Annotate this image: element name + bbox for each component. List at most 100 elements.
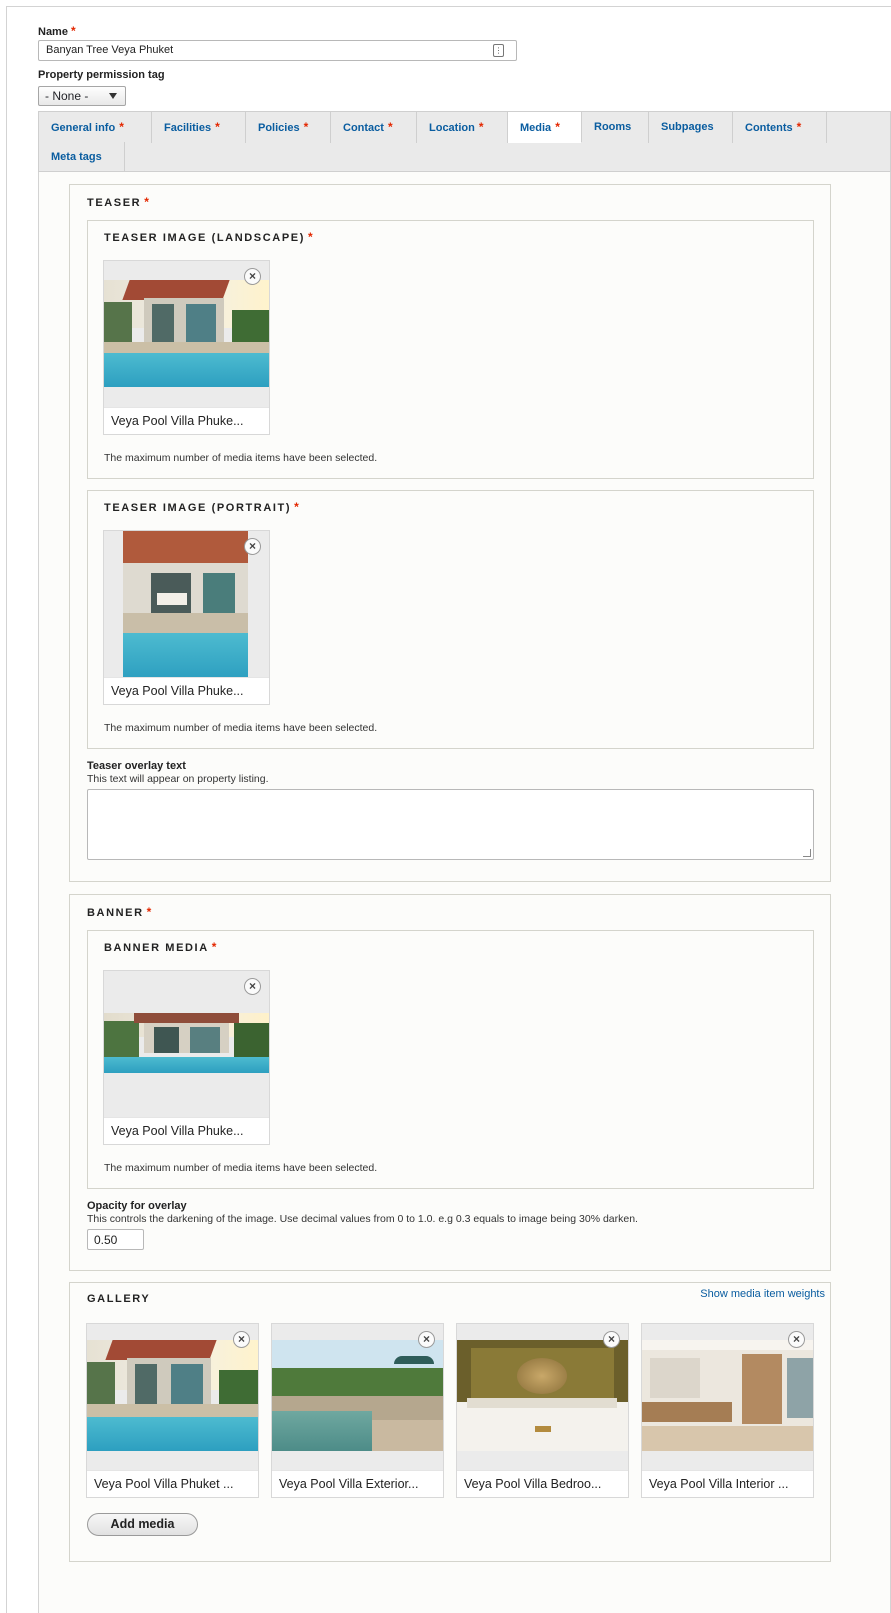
- max-items-text: The maximum number of media items have b…: [104, 1162, 378, 1174]
- media-item-name: Veya Pool Villa Exterior...: [272, 1470, 443, 1497]
- close-circle-icon[interactable]: ×: [233, 1331, 250, 1348]
- tab-general-info[interactable]: General info *: [39, 112, 152, 143]
- name-label: Name *: [38, 24, 76, 38]
- media-thumbnail: ×: [104, 261, 269, 409]
- tab-label: Location: [429, 122, 475, 134]
- tab-facilities[interactable]: Facilities *: [152, 112, 246, 143]
- media-thumbnail: ×: [104, 971, 269, 1119]
- gallery-fieldset: GALLERY Show media item weights × Veya P…: [69, 1282, 831, 1562]
- tab-location[interactable]: Location *: [417, 112, 508, 143]
- tab-subpages[interactable]: Subpages: [649, 112, 733, 143]
- villa-interior-image: [642, 1340, 813, 1451]
- media-thumbnail: ×: [87, 1324, 258, 1472]
- max-items-text: The maximum number of media items have b…: [104, 452, 378, 464]
- media-item-name: Veya Pool Villa Phuke...: [104, 1117, 269, 1144]
- villa-banner-image: [104, 1013, 269, 1073]
- media-item-card[interactable]: × Veya Pool Villa Phuke...: [103, 530, 270, 705]
- opacity-input[interactable]: 0.50: [87, 1229, 144, 1250]
- tab-rooms[interactable]: Rooms: [582, 112, 649, 143]
- close-circle-icon[interactable]: ×: [244, 978, 261, 995]
- required-marker: *: [555, 120, 560, 134]
- media-item-card[interactable]: × Veya Pool Villa Phuke...: [103, 970, 270, 1145]
- required-marker: *: [70, 24, 76, 38]
- tab-label: Contents: [745, 122, 793, 134]
- teaser-landscape-fieldset: TEASER IMAGE (LANDSCAPE) * × Veya Pool V…: [87, 220, 814, 479]
- tab-label: Facilities: [164, 122, 212, 134]
- close-circle-icon[interactable]: ×: [418, 1331, 435, 1348]
- legend-text: TEASER IMAGE (PORTRAIT): [104, 502, 292, 514]
- banner-media-legend: BANNER MEDIA *: [104, 940, 218, 954]
- add-media-button[interactable]: Add media: [87, 1513, 198, 1536]
- opacity-label: Opacity for overlay: [87, 1200, 187, 1212]
- required-marker: *: [215, 120, 220, 134]
- overlay-text-textarea[interactable]: [87, 789, 814, 860]
- gallery-item-card[interactable]: × Veya Pool Villa Exterior...: [271, 1323, 444, 1498]
- required-marker: *: [119, 120, 124, 134]
- teaser-portrait-legend: TEASER IMAGE (PORTRAIT) *: [104, 500, 300, 514]
- media-item-name: Veya Pool Villa Interior ...: [642, 1470, 813, 1497]
- name-input-value: Banyan Tree Veya Phuket: [46, 44, 174, 56]
- required-marker: *: [796, 120, 802, 134]
- name-input[interactable]: Banyan Tree Veya Phuket ⋮: [38, 40, 517, 61]
- name-label-text: Name: [38, 26, 68, 38]
- media-tab-panel: TEASER * TEASER IMAGE (LANDSCAPE) * × Ve…: [38, 172, 891, 1613]
- gallery-item-card[interactable]: × Veya Pool Villa Phuket ...: [86, 1323, 259, 1498]
- tab-label: Media: [520, 122, 552, 134]
- villa-portrait-image: [123, 531, 248, 679]
- show-weights-link[interactable]: Show media item weights: [700, 1288, 825, 1300]
- required-marker: *: [146, 905, 153, 919]
- teaser-landscape-legend: TEASER IMAGE (LANDSCAPE) *: [104, 230, 314, 244]
- tab-label: Meta tags: [51, 151, 102, 163]
- required-marker: *: [303, 120, 309, 134]
- teaser-legend-text: TEASER: [87, 197, 142, 209]
- required-marker: *: [387, 120, 393, 134]
- gallery-item-card[interactable]: × Veya Pool Villa Interior ...: [641, 1323, 814, 1498]
- tab-label: Subpages: [661, 121, 714, 133]
- banner-fieldset: BANNER * BANNER MEDIA * × Veya Pool Vill…: [69, 894, 831, 1271]
- close-circle-icon[interactable]: ×: [244, 268, 261, 285]
- close-circle-icon[interactable]: ×: [603, 1331, 620, 1348]
- teaser-fieldset: TEASER * TEASER IMAGE (LANDSCAPE) * × Ve…: [69, 184, 831, 882]
- media-item-name: Veya Pool Villa Phuke...: [104, 677, 269, 704]
- media-item-name: Veya Pool Villa Phuke...: [104, 407, 269, 434]
- tab-label: Contact: [343, 122, 384, 134]
- gallery-legend: GALLERY: [87, 1293, 151, 1305]
- tab-label: Rooms: [594, 121, 632, 133]
- villa-pool-image: [104, 280, 269, 387]
- tab-media[interactable]: Media *: [508, 112, 582, 143]
- vertical-tabs-bar: General info * Facilities * Policies * Cont…: [38, 111, 891, 173]
- banner-legend: BANNER *: [87, 905, 153, 919]
- close-circle-icon[interactable]: ×: [244, 538, 261, 555]
- tab-label: Policies: [258, 122, 300, 134]
- max-items-text: The maximum number of media items have b…: [104, 722, 378, 734]
- overlay-text-label: Teaser overlay text: [87, 760, 186, 772]
- permission-select[interactable]: - None -: [38, 86, 126, 106]
- close-circle-icon[interactable]: ×: [788, 1331, 805, 1348]
- resize-handle-icon[interactable]: [803, 849, 811, 857]
- required-marker: *: [307, 230, 315, 244]
- tab-meta-tags[interactable]: Meta tags: [39, 142, 125, 173]
- gallery-item-card[interactable]: × Veya Pool Villa Bedroo...: [456, 1323, 629, 1498]
- teaser-legend: TEASER *: [87, 195, 151, 209]
- permission-label: Property permission tag: [38, 69, 165, 81]
- required-marker: *: [211, 940, 219, 954]
- password-manager-icon[interactable]: ⋮: [493, 44, 504, 57]
- media-item-card[interactable]: × Veya Pool Villa Phuke...: [103, 260, 270, 435]
- banner-legend-text: BANNER: [87, 907, 144, 919]
- tab-policies[interactable]: Policies *: [246, 112, 331, 143]
- media-item-name: Veya Pool Villa Bedroo...: [457, 1470, 628, 1497]
- required-marker: *: [144, 195, 151, 209]
- media-thumbnail: ×: [642, 1324, 813, 1472]
- overlay-text-description: This text will appear on property listin…: [87, 773, 269, 785]
- media-thumbnail: ×: [457, 1324, 628, 1472]
- banner-media-fieldset: BANNER MEDIA * × Veya Pool Villa Phuke..…: [87, 930, 814, 1189]
- tab-contact[interactable]: Contact *: [331, 112, 417, 143]
- tab-label: General info: [51, 122, 116, 134]
- media-item-name: Veya Pool Villa Phuket ...: [87, 1470, 258, 1497]
- villa-exterior-image: [272, 1340, 443, 1451]
- legend-text: BANNER MEDIA: [104, 942, 209, 954]
- tab-contents[interactable]: Contents *: [733, 112, 827, 143]
- chevron-down-icon: [109, 93, 117, 99]
- media-thumbnail: ×: [104, 531, 269, 679]
- permission-select-value: - None -: [45, 89, 89, 103]
